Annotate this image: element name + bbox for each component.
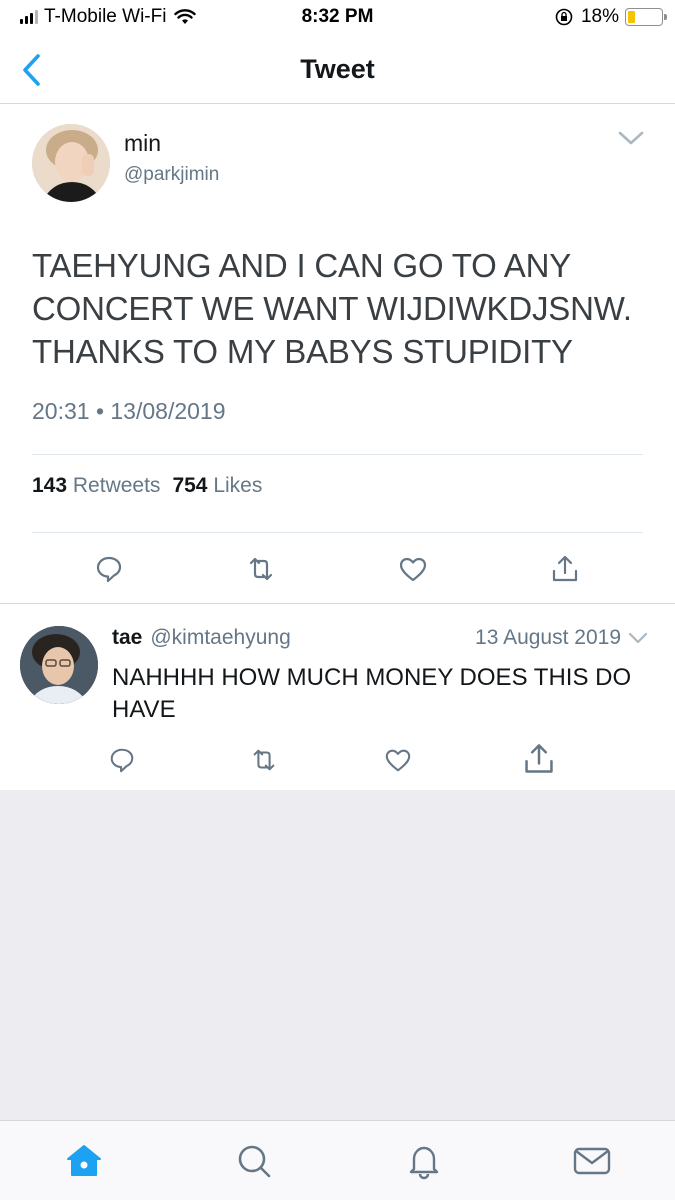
share-icon[interactable] [550, 554, 580, 584]
retweets-stat[interactable]: 143 Retweets [32, 474, 160, 498]
rotation-lock-icon [555, 8, 573, 26]
mail-icon[interactable] [572, 1141, 612, 1181]
reply-header: tae @kimtaehyung [112, 626, 291, 650]
page-title: Tweet [300, 54, 375, 84]
share-icon[interactable] [522, 742, 556, 776]
divider [32, 454, 643, 455]
heart-icon[interactable] [398, 554, 428, 584]
avatar[interactable] [20, 626, 98, 704]
avatar[interactable] [32, 124, 110, 202]
chevron-down-icon[interactable] [627, 630, 649, 646]
retweets-count: 143 [32, 474, 68, 497]
main-tweet: min @parkjimin TAEHYUNG AND I CAN GO TO … [0, 104, 675, 604]
likes-count: 754 [172, 474, 208, 497]
reply-author-name[interactable]: tae [112, 626, 142, 650]
bell-icon[interactable] [404, 1141, 444, 1181]
home-icon[interactable] [64, 1141, 104, 1181]
reply-text: NAHHHH HOW MUCH MONEY DOES THIS DO HAVE [112, 664, 632, 723]
tweet-timestamp: 20:31 • 13/08/2019 [32, 398, 226, 424]
tab-bar [0, 1120, 675, 1200]
tweet-text: TAEHYUNG AND I CAN GO TO ANY CONCERT WE … [32, 247, 632, 370]
retweet-icon[interactable] [246, 554, 276, 584]
tweet-stats: 143 Retweets 754 Likes [32, 474, 262, 498]
empty-area [0, 790, 675, 1120]
chevron-down-icon[interactable] [617, 128, 645, 148]
battery-percent: 18% [580, 6, 619, 27]
reply-icon[interactable] [108, 746, 136, 774]
likes-label: Likes [213, 474, 263, 497]
author-handle[interactable]: @parkjimin [124, 164, 219, 186]
search-icon[interactable] [234, 1141, 274, 1181]
nav-bar: Tweet [0, 36, 675, 104]
retweets-label: Retweets [72, 474, 161, 497]
tweet-actions [0, 552, 675, 588]
retweet-icon[interactable] [250, 746, 278, 774]
battery-icon [625, 8, 667, 26]
heart-icon[interactable] [384, 746, 412, 774]
reply-icon[interactable] [94, 554, 124, 584]
reply-author-handle[interactable]: @kimtaehyung [150, 626, 290, 650]
divider [32, 532, 643, 533]
reply-tweet[interactable]: tae @kimtaehyung 13 August 2019 NAHHHH H… [0, 604, 675, 790]
likes-stat[interactable]: 754 Likes [172, 474, 262, 498]
author-name[interactable]: min [124, 130, 161, 157]
reply-actions [0, 744, 675, 780]
reply-date: 13 August 2019 [475, 626, 621, 649]
status-bar: T-Mobile Wi-Fi 8:32 PM 18% [0, 0, 675, 36]
status-right: 18% [555, 6, 667, 28]
